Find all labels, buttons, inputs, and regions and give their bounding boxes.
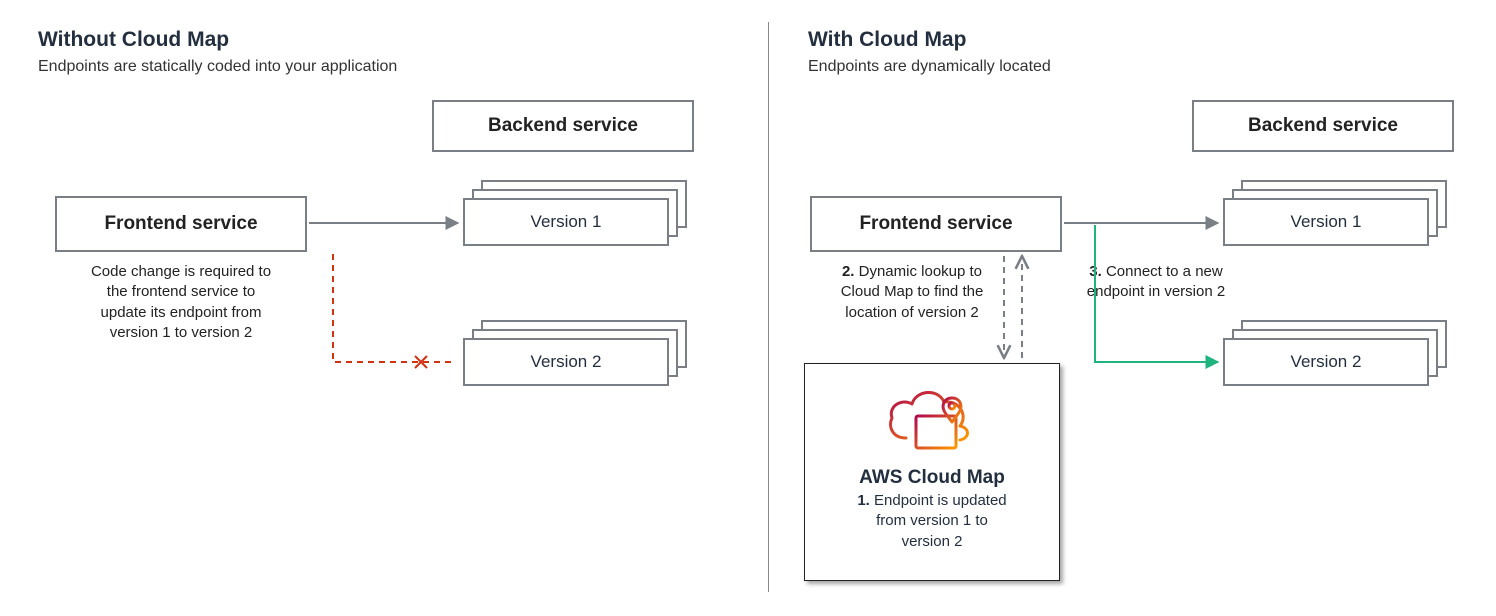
right-frontend-label: Frontend service [859, 213, 1012, 235]
right-v2-label: Version 2 [1291, 352, 1362, 372]
left-v1-front: Version 1 [463, 198, 669, 246]
diagram-root: Without Cloud Map Endpoints are statical… [0, 0, 1496, 616]
right-step3: 3. Connect to a newendpoint in version 2 [1066, 262, 1246, 303]
vertical-divider [768, 22, 769, 592]
right-v1-front: Version 1 [1223, 198, 1429, 246]
right-step2: 2. Dynamic lookup toCloud Map to find th… [812, 262, 1012, 323]
left-v1-label: Version 1 [531, 212, 602, 232]
left-title: Without Cloud Map [38, 28, 229, 52]
cloudmap-step1: 1. Endpoint is updatedfrom version 1 tov… [805, 491, 1059, 552]
right-subtitle: Endpoints are dynamically located [808, 58, 1051, 76]
left-subtitle: Endpoints are statically coded into your… [38, 58, 397, 76]
right-title: With Cloud Map [808, 28, 966, 52]
left-backend-label: Backend service [488, 115, 638, 137]
left-v2-label: Version 2 [531, 352, 602, 372]
cloudmap-box: AWS Cloud Map 1. Endpoint is updatedfrom… [804, 363, 1060, 581]
left-backend-label-box: Backend service [432, 100, 694, 152]
right-backend-label-box: Backend service [1192, 100, 1454, 152]
cloudmap-icon [882, 378, 982, 456]
left-v2-front: Version 2 [463, 338, 669, 386]
right-v1-label: Version 1 [1291, 212, 1362, 232]
right-backend-label: Backend service [1248, 115, 1398, 137]
left-frontend-label: Frontend service [104, 213, 257, 235]
cloudmap-title: AWS Cloud Map [805, 467, 1059, 489]
right-v2-front: Version 2 [1223, 338, 1429, 386]
left-frontend-box: Frontend service [55, 196, 307, 252]
left-failed-arrow [333, 254, 455, 368]
left-note: Code change is required tothe frontend s… [60, 262, 302, 343]
right-frontend-box: Frontend service [810, 196, 1062, 252]
